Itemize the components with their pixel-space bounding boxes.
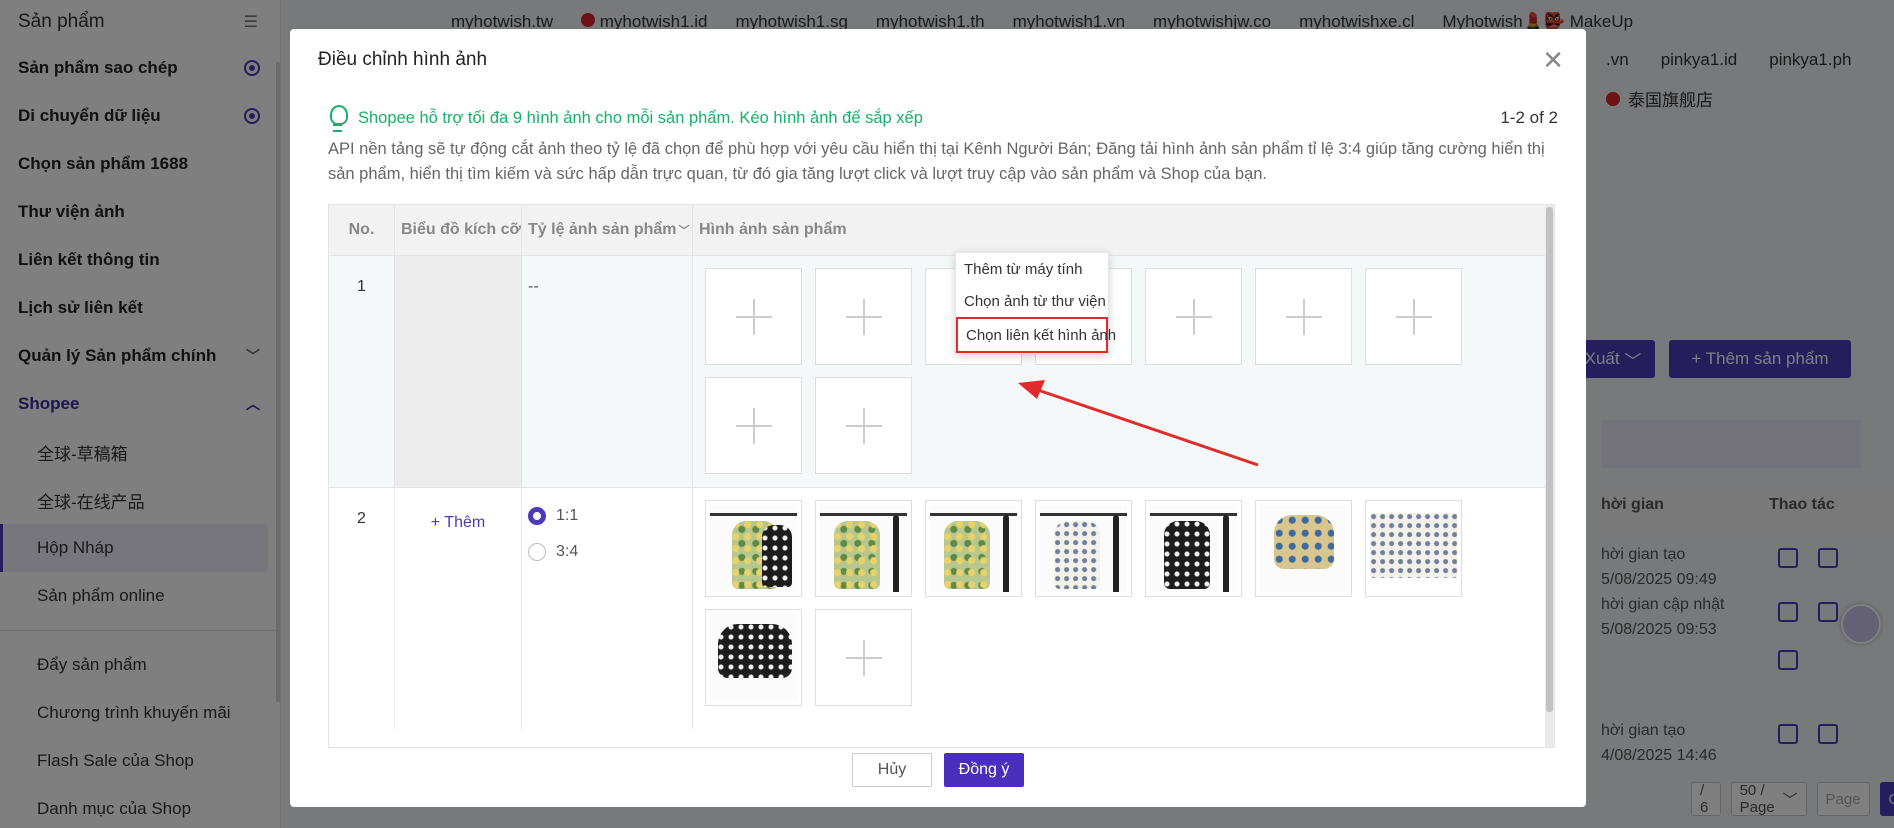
size-chart-cell <box>395 256 522 487</box>
ratio-option-3-4[interactable]: 3:4 <box>528 534 686 570</box>
add-image-slot[interactable] <box>815 377 912 474</box>
ratio-cell: 1:1 3:4 <box>522 488 693 729</box>
product-image[interactable] <box>1035 500 1132 597</box>
modal-footer: Hủy Đồng ý <box>290 753 1586 787</box>
add-image-slot[interactable] <box>1255 268 1352 365</box>
image-slots <box>693 256 1554 487</box>
add-image-menu: Thêm từ máy tính Chọn ảnh từ thư viện Ch… <box>955 252 1116 354</box>
table-row: 2 + Thêm 1:1 3:4 <box>329 487 1554 729</box>
image-adjust-modal: Điều chỉnh hình ảnh ✕ Shopee hỗ trợ tối … <box>290 29 1586 807</box>
menu-item-from-library[interactable]: Chọn ảnh từ thư viện <box>956 285 1108 317</box>
add-image-slot[interactable] <box>705 268 802 365</box>
ratio-cell: -- <box>522 256 693 487</box>
menu-item-image-link[interactable]: Chọn liên kết hình ảnh <box>956 317 1116 353</box>
add-image-slot[interactable] <box>815 268 912 365</box>
modal-header: Điều chỉnh hình ảnh ✕ <box>290 29 1586 91</box>
row-number: 1 <box>329 256 395 487</box>
radio-unchecked-icon <box>528 543 546 561</box>
tip-title-row: Shopee hỗ trợ tối đa 9 hình ảnh cho mỗi … <box>328 105 923 132</box>
product-image[interactable] <box>925 500 1022 597</box>
add-size-chart-link[interactable]: + Thêm <box>431 514 485 531</box>
product-image[interactable] <box>815 500 912 597</box>
page-count: 1-2 of 2 <box>1500 108 1558 127</box>
size-chart-cell: + Thêm <box>395 488 522 729</box>
column-size-chart: Biểu đồ kích cỡ <box>395 205 522 255</box>
chevron-down-icon: ﹀ <box>678 225 690 237</box>
menu-item-from-computer[interactable]: Thêm từ máy tính <box>956 253 1108 285</box>
radio-checked-icon <box>528 507 546 525</box>
table-scrollbar[interactable] <box>1545 205 1554 747</box>
row-number: 2 <box>329 488 395 729</box>
tip-box: Shopee hỗ trợ tối đa 9 hình ảnh cho mỗi … <box>328 105 1558 187</box>
image-table: No. Biểu đồ kích cỡ Tỷ lệ ảnh sản phẩm ﹀ … <box>328 204 1555 748</box>
add-image-slot[interactable] <box>1145 268 1242 365</box>
add-image-slot[interactable] <box>1365 268 1462 365</box>
tip-description: API nền tảng sẽ tự động cắt ảnh theo tỷ … <box>328 140 1545 183</box>
close-icon[interactable]: ✕ <box>1542 47 1564 73</box>
product-image[interactable] <box>1145 500 1242 597</box>
lightbulb-icon <box>328 105 348 132</box>
confirm-button[interactable]: Đồng ý <box>944 753 1024 787</box>
add-image-slot[interactable] <box>705 377 802 474</box>
cancel-button[interactable]: Hủy <box>852 753 932 787</box>
table-row: 1 -- <box>329 255 1554 487</box>
product-image[interactable] <box>1255 500 1352 597</box>
modal-title: Điều chỉnh hình ảnh <box>318 49 488 70</box>
image-slots <box>693 488 1554 729</box>
product-image[interactable] <box>1365 500 1462 597</box>
table-header: No. Biểu đồ kích cỡ Tỷ lệ ảnh sản phẩm ﹀ … <box>329 205 1554 255</box>
add-image-slot[interactable] <box>815 609 912 706</box>
column-no: No. <box>329 205 395 255</box>
column-ratio[interactable]: Tỷ lệ ảnh sản phẩm ﹀ <box>522 205 693 255</box>
product-image[interactable] <box>705 500 802 597</box>
ratio-option-1-1[interactable]: 1:1 <box>528 498 686 534</box>
column-images: Hình ảnh sản phẩm <box>693 205 1554 255</box>
tip-title: Shopee hỗ trợ tối đa 9 hình ảnh cho mỗi … <box>358 108 923 127</box>
product-image[interactable] <box>705 609 802 706</box>
